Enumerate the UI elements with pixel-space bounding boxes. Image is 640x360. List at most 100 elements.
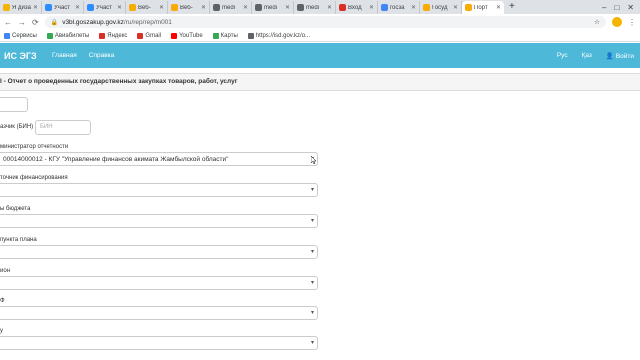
minimize-button[interactable]: – bbox=[602, 3, 606, 12]
tab-label: Госуд bbox=[432, 4, 448, 11]
bookmark-label: Gmail bbox=[145, 32, 162, 39]
close-tab-icon[interactable]: ✕ bbox=[201, 4, 206, 11]
bookmark-item[interactable]: Авиабилеты bbox=[46, 32, 89, 39]
bookmark-item[interactable]: https://isd.gov.kz/o... bbox=[247, 32, 311, 39]
bookmark-icon bbox=[171, 32, 178, 39]
tab-label: Веб- bbox=[180, 4, 193, 11]
plan-item-select[interactable]: ▾ bbox=[0, 245, 318, 259]
nav-link-home[interactable]: Главная bbox=[52, 52, 77, 59]
browser-tab[interactable]: Госуд ✕ bbox=[420, 1, 462, 14]
region-select[interactable]: ▾ bbox=[0, 276, 318, 290]
close-tab-icon[interactable]: ✕ bbox=[453, 4, 458, 11]
last-select[interactable]: ▾ bbox=[0, 336, 318, 350]
budget-label: ы бюджета bbox=[0, 206, 31, 212]
tab-label: госза bbox=[390, 4, 405, 11]
login-label: Войти bbox=[615, 52, 634, 60]
tab-label: Порт bbox=[474, 4, 488, 11]
browser-tab[interactable]: Веб- ✕ bbox=[168, 1, 210, 14]
bookmark-item[interactable]: Gmail bbox=[137, 32, 162, 39]
close-tab-icon[interactable]: ✕ bbox=[285, 4, 290, 11]
tab-label: Участ bbox=[54, 4, 71, 11]
tab-favicon-icon bbox=[297, 4, 304, 11]
bookmark-item[interactable]: Яндекс bbox=[99, 32, 127, 39]
lang-kz-link[interactable]: Қаз bbox=[582, 52, 592, 59]
window-controls: – □ ✕ bbox=[602, 1, 640, 14]
app-brand[interactable]: ИС ЭГЗ bbox=[0, 51, 40, 61]
login-link[interactable]: 👤 Войти bbox=[606, 52, 634, 60]
forward-icon[interactable]: → bbox=[18, 18, 26, 27]
close-tab-icon[interactable]: ✕ bbox=[33, 4, 38, 11]
nav-link-help[interactable]: Справка bbox=[89, 52, 115, 59]
bookmark-label: Карты bbox=[220, 32, 238, 39]
browser-tab[interactable]: Участ ✕ bbox=[42, 1, 84, 14]
maximize-button[interactable]: □ bbox=[614, 3, 619, 12]
close-tab-icon[interactable]: ✕ bbox=[496, 4, 501, 11]
bookmark-label: Сервисы bbox=[12, 32, 37, 39]
tab-favicon-icon bbox=[45, 4, 52, 11]
close-window-button[interactable]: ✕ bbox=[627, 3, 634, 12]
browser-tab[interactable]: Участ ✕ bbox=[84, 1, 126, 14]
admin-label: министратор отчетности bbox=[0, 144, 69, 150]
tab-favicon-icon bbox=[213, 4, 220, 11]
bookmark-item[interactable]: YouTube bbox=[171, 32, 203, 39]
profile-avatar[interactable] bbox=[612, 17, 622, 27]
tab-label: Я дизай bbox=[12, 4, 31, 11]
tab-label: medi bbox=[222, 4, 236, 11]
browser-tab[interactable]: Порт ✕ bbox=[462, 1, 504, 14]
bookmark-icon bbox=[212, 32, 219, 39]
address-bar-row: ← → ⟳ 🔒 v3bl.goszakup.gov.kz/ru/rep/rep/… bbox=[0, 14, 640, 30]
bookmark-label: https://isd.gov.kz/o... bbox=[255, 32, 311, 39]
new-tab-button[interactable]: + bbox=[504, 1, 520, 14]
close-tab-icon[interactable]: ✕ bbox=[369, 4, 374, 11]
chevron-down-icon: ▾ bbox=[310, 280, 314, 286]
browser-tab[interactable]: Я дизай✕ bbox=[0, 1, 42, 14]
tab-favicon-icon bbox=[87, 4, 94, 11]
reload-icon[interactable]: ⟳ bbox=[32, 18, 39, 27]
lang-ru-link[interactable]: Рус bbox=[557, 52, 568, 59]
close-tab-icon[interactable]: ✕ bbox=[327, 4, 332, 11]
browser-tab[interactable]: госза ✕ bbox=[378, 1, 420, 14]
browser-tab[interactable]: medi ✕ bbox=[252, 1, 294, 14]
chevron-down-icon: ▾ bbox=[310, 310, 314, 316]
tab-favicon-icon bbox=[171, 4, 178, 11]
back-icon[interactable]: ← bbox=[4, 18, 12, 27]
close-tab-icon[interactable]: ✕ bbox=[411, 4, 416, 11]
region-label: ион bbox=[0, 268, 11, 274]
browser-tab[interactable]: medi ✕ bbox=[210, 1, 252, 14]
bookmarks-bar: Сервисы Авиабилеты Яндекс Gmail YouTube Карты… bbox=[0, 30, 640, 42]
admin-select[interactable]: 00014000012 - КГУ "Управление финансов а… bbox=[0, 152, 318, 166]
browser-tab[interactable]: medi ✕ bbox=[294, 1, 336, 14]
browser-tab[interactable]: Вход ✕ bbox=[336, 1, 378, 14]
close-tab-icon[interactable]: ✕ bbox=[117, 4, 122, 11]
close-tab-icon[interactable]: ✕ bbox=[75, 4, 80, 11]
bookmark-label: YouTube bbox=[179, 32, 203, 39]
close-tab-icon[interactable]: ✕ bbox=[243, 4, 248, 11]
chevron-down-icon: ▾ bbox=[310, 249, 314, 255]
bookmark-item[interactable]: Сервисы bbox=[4, 32, 37, 39]
page-title: I - Отчет о проведенных государственных … bbox=[0, 73, 640, 91]
star-icon[interactable]: ☆ bbox=[594, 18, 600, 26]
budget-select[interactable]: ▾ bbox=[0, 214, 318, 228]
chevron-down-icon: ▾ bbox=[310, 187, 314, 193]
close-tab-icon[interactable]: ✕ bbox=[159, 4, 164, 11]
tab-label: Вход bbox=[348, 4, 362, 11]
lock-icon: 🔒 bbox=[50, 19, 59, 26]
url-input[interactable]: 🔒 v3bl.goszakup.gov.kz/ru/rep/rep/m001 ☆ bbox=[44, 16, 606, 28]
tab-favicon-icon bbox=[339, 4, 346, 11]
tab-label: Веб- bbox=[138, 4, 151, 11]
menu-icon[interactable]: ⋮ bbox=[628, 18, 636, 27]
tab-favicon-icon bbox=[465, 4, 472, 11]
url-path: /ru/rep/rep/m001 bbox=[123, 18, 172, 26]
browser-tab[interactable]: Веб- ✕ bbox=[126, 1, 168, 14]
user-icon: 👤 bbox=[605, 52, 614, 60]
bin-input[interactable]: БИН bbox=[35, 120, 91, 135]
funding-select[interactable]: ▾ bbox=[0, 183, 318, 197]
url-host: v3bl.goszakup.gov.kz bbox=[62, 18, 124, 26]
period-input[interactable] bbox=[0, 97, 28, 112]
bookmark-item[interactable]: Карты bbox=[212, 32, 238, 39]
tab-favicon-icon bbox=[423, 4, 430, 11]
bookmark-icon bbox=[247, 32, 254, 39]
bookmark-icon bbox=[4, 32, 10, 39]
ktf-select[interactable]: ▾ bbox=[0, 306, 318, 320]
tab-favicon-icon bbox=[255, 4, 262, 11]
